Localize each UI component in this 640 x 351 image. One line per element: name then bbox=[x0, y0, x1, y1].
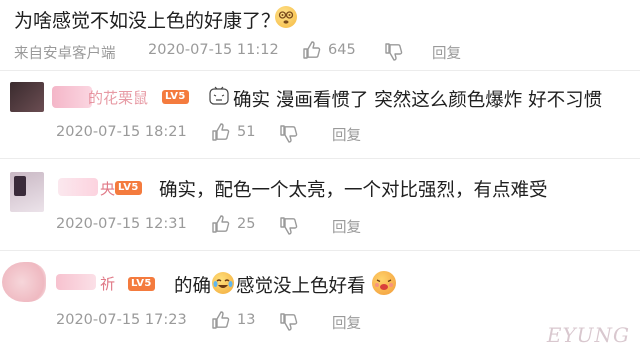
dislike-button[interactable] bbox=[384, 42, 404, 62]
username-blur bbox=[52, 86, 92, 108]
level-badge: LV5 bbox=[115, 181, 142, 195]
dislike-button[interactable] bbox=[279, 216, 299, 236]
comment-time: 2020-07-15 17:23 bbox=[56, 312, 187, 328]
thumbs-up-icon bbox=[303, 41, 321, 59]
level-badge: LV5 bbox=[128, 277, 155, 291]
divider bbox=[0, 158, 640, 159]
laughing-tears-emoji-icon bbox=[212, 272, 234, 294]
avatar[interactable] bbox=[10, 82, 44, 112]
like-button[interactable] bbox=[302, 40, 322, 60]
comment-meta: 2020-07-15 12:31 25 回复 bbox=[56, 214, 616, 237]
post-source: 来自安卓客户端 bbox=[14, 46, 116, 62]
comment-meta: 2020-07-15 18:21 51 回复 bbox=[56, 122, 616, 145]
comment-reply-button[interactable]: 回复 bbox=[332, 312, 361, 333]
comment-meta: 2020-07-15 17:23 13 回复 bbox=[56, 310, 616, 333]
thumbs-up-icon bbox=[212, 123, 230, 141]
comment-text: 确实，配色一个太亮，一个对比强烈，有点难受 bbox=[159, 180, 548, 201]
comment-time: 2020-07-15 18:21 bbox=[56, 124, 187, 140]
dizzy-face-emoji-icon bbox=[275, 6, 297, 28]
comment-reply-button[interactable]: 回复 bbox=[332, 216, 361, 237]
avatar-detail bbox=[14, 176, 26, 196]
comment-like-count: 13 bbox=[237, 312, 256, 328]
drooling-face-emoji-icon bbox=[372, 271, 396, 295]
divider bbox=[0, 70, 640, 71]
comment-like-count: 25 bbox=[237, 216, 256, 232]
comment-reply-button[interactable]: 回复 bbox=[332, 124, 361, 145]
comment-text-part2: 感觉没上色好看 bbox=[236, 276, 366, 297]
comment-time: 2020-07-15 12:31 bbox=[56, 216, 187, 232]
post-text: 为啥感觉不如没上色的好康了？ bbox=[14, 6, 280, 33]
thumbs-up-icon bbox=[212, 311, 230, 329]
watermark: EYUNG bbox=[546, 323, 630, 347]
comment-username[interactable]: 的花栗鼠 bbox=[88, 87, 148, 108]
dislike-button[interactable] bbox=[279, 312, 299, 332]
post-time: 2020-07-15 11:12 bbox=[148, 42, 279, 58]
post-reply-button[interactable]: 回复 bbox=[432, 42, 461, 63]
thumbs-down-icon bbox=[280, 313, 298, 331]
thumbs-down-icon bbox=[280, 125, 298, 143]
like-button[interactable] bbox=[211, 214, 231, 234]
avatar[interactable] bbox=[2, 262, 46, 302]
post-text-content: 为啥感觉不如没上色的好康了？ bbox=[14, 10, 281, 32]
dislike-button[interactable] bbox=[279, 124, 299, 144]
shrug-emoji-icon bbox=[209, 86, 229, 106]
like-button[interactable] bbox=[211, 122, 231, 142]
comment-username[interactable]: 央 bbox=[100, 178, 115, 199]
post-meta: 来自安卓客户端 2020-07-15 11:12 645 回复 bbox=[14, 40, 634, 63]
like-button[interactable] bbox=[211, 310, 231, 330]
comment-like-count: 51 bbox=[237, 124, 256, 140]
thumbs-down-icon bbox=[385, 43, 403, 61]
comment-text-part1: 的确 bbox=[174, 276, 212, 297]
thumbs-up-icon bbox=[212, 215, 230, 233]
thumbs-down-icon bbox=[280, 217, 298, 235]
username-blur bbox=[58, 178, 98, 196]
level-badge: LV5 bbox=[162, 90, 189, 104]
comment-text: 确实 漫画看惯了 突然这么颜色爆炸 好不习惯 bbox=[233, 90, 603, 111]
divider bbox=[0, 250, 640, 251]
comment-username[interactable]: 祈 bbox=[100, 273, 115, 294]
username-blur bbox=[56, 274, 96, 290]
post-like-count: 645 bbox=[328, 42, 356, 58]
